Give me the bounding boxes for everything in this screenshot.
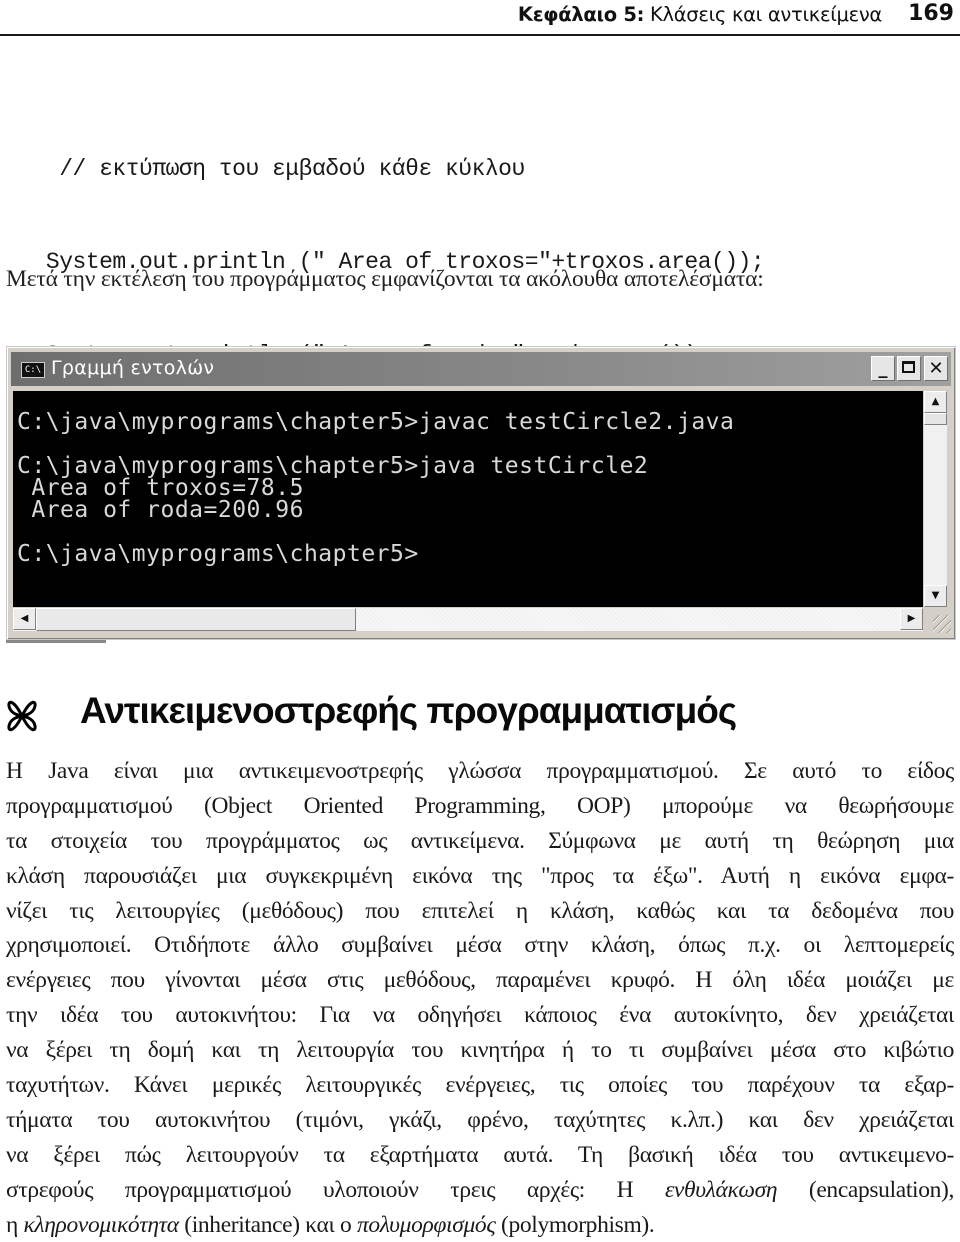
paragraph-line: ταχυτήτων. Κάνει μερικές λειτουργικές εν…	[6, 1072, 954, 1099]
console-app-icon[interactable]: C:\	[21, 362, 45, 378]
paragraph-line: προγραμματισμού (Object Oriented Program…	[6, 792, 954, 819]
horizontal-scroll-thumb[interactable]	[36, 608, 356, 631]
paragraph-line: η κληρονομικότητα (inheritance) και ο πο…	[6, 1208, 954, 1242]
paragraph-line: να ξέρει τη δομή και τη λειτουργία του κ…	[6, 1037, 954, 1064]
line-text: στρεφούς προγραμματισμού υλοποιούν τρεις…	[6, 1176, 666, 1203]
paragraph-line: στρεφούς προγραμματισμού υλοποιούν τρεις…	[6, 1173, 954, 1208]
line-text: (polymorphism).	[495, 1211, 655, 1238]
scroll-up-button[interactable]: ▲	[924, 391, 947, 413]
console-window: C:\ Γραμμή εντολών _ ✕ C:\java\myprogram…	[6, 346, 956, 640]
lead-sentence: Μετά την εκτέλεση του προγράμματος εμφαν…	[6, 266, 764, 292]
resize-grip-icon[interactable]	[933, 615, 951, 633]
console-line: Area of roda=200.96	[17, 497, 304, 523]
chapter-title: Κλάσεις και αντικείμενα	[650, 3, 882, 26]
code-line: // εκτύπωση του εμβαδού κάθε κύκλου	[6, 156, 525, 182]
window-title: Γραμμή εντολών	[51, 357, 215, 379]
paragraph-line: χρησιμοποιεί. Οτιδήποτε άλλο συμβαίνει μ…	[6, 932, 954, 959]
scroll-down-button[interactable]: ▼	[924, 585, 947, 607]
term-polymorphism: πολυμορφισμός	[356, 1211, 496, 1238]
console-output[interactable]: C:\java\myprograms\chapter5>javac testCi…	[13, 391, 923, 607]
running-header: Κεφάλαιο 5: Κλάσεις και αντικείμενα 169	[0, 0, 960, 36]
vertical-scrollbar[interactable]: ▲ ▼	[924, 391, 947, 607]
paragraph-line: νίζει τις λειτουργίες (μεθόδους) που επι…	[6, 897, 954, 924]
window-titlebar[interactable]: C:\ Γραμμή εντολών _ ✕	[11, 352, 951, 386]
console-line: Area of troxos=78.5	[17, 475, 304, 501]
minimize-button[interactable]: _	[871, 356, 895, 381]
paragraph-line: ενέργειες που γίνονται μέσα στις μεθόδου…	[6, 967, 954, 994]
maximize-icon	[902, 361, 915, 373]
paragraph-line: Η Java είναι μια αντικειμενοστρεφής γλώσ…	[6, 758, 954, 784]
chapter-heading: Κεφάλαιο 5: Κλάσεις και αντικείμενα	[518, 3, 882, 26]
scroll-left-button[interactable]: ◀	[13, 608, 36, 630]
paragraph-line: τα στοιχεία του προγράμματος ως αντικείμ…	[6, 827, 954, 854]
butterfly-bullet-icon	[7, 700, 37, 732]
paragraph-line: την ιδέα του αυτοκινήτου: Για να οδηγήσε…	[6, 1002, 954, 1029]
line-text: (encapsulation),	[777, 1176, 955, 1203]
body-paragraph: Η Java είναι μια αντικειμενοστρεφής γλώσ…	[6, 754, 954, 1242]
section-title: Αντικειμενοστρεφής προγραμματισμός	[80, 690, 737, 731]
maximize-button[interactable]	[897, 356, 921, 381]
horizontal-scrollbar[interactable]: ◀ ▶	[13, 608, 923, 631]
scroll-right-button[interactable]: ▶	[900, 608, 923, 630]
line-text: (inheritance) και ο	[178, 1211, 357, 1238]
chapter-label: Κεφάλαιο 5:	[517, 3, 645, 26]
term-encapsulation: ενθυλάκωση	[665, 1176, 778, 1203]
paragraph-line: κλάση παρουσιάζει μια συγκεκριμένη εικόν…	[6, 862, 954, 889]
window-shadow	[6, 640, 106, 643]
paragraph-line: τήματα του αυτοκινήτου (τιμόνι, γκάζι, φ…	[6, 1106, 954, 1133]
page-number: 169	[908, 1, 954, 26]
paragraph-line: να ξέρει πώς λειτουργούν τα εξαρτήματα α…	[6, 1141, 954, 1168]
console-line: C:\java\myprograms\chapter5>java testCir…	[17, 453, 649, 479]
close-button[interactable]: ✕	[924, 356, 948, 381]
term-inheritance: κληρονομικότητα	[23, 1211, 179, 1238]
console-line: C:\java\myprograms\chapter5>javac testCi…	[17, 409, 735, 435]
line-text: η	[6, 1211, 24, 1238]
console-line: C:\java\myprograms\chapter5>	[17, 541, 419, 567]
vertical-scroll-thumb[interactable]	[924, 413, 947, 425]
